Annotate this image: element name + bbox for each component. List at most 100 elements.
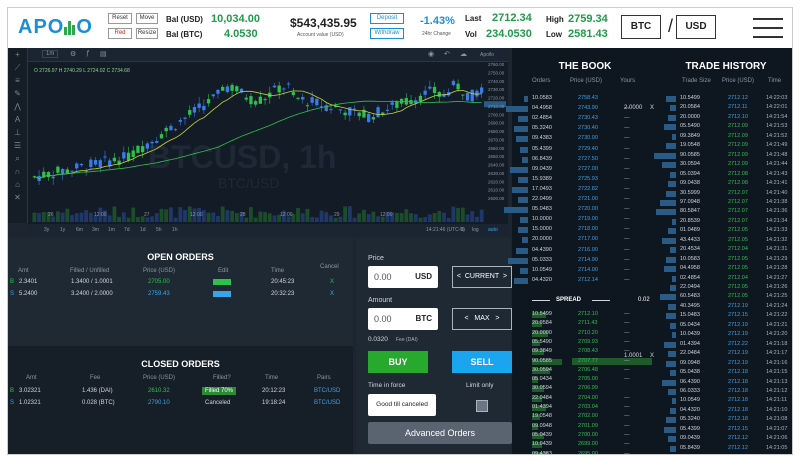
brush-icon[interactable]: ✎: [8, 87, 27, 100]
volume-bar: [423, 216, 428, 222]
y-tick-label: 2640.00: [488, 163, 505, 168]
bid-orders: 30.0594: [532, 366, 552, 373]
change-label: 24hr Change: [422, 31, 451, 37]
order-pair[interactable]: BTC/USD: [314, 400, 340, 406]
volume-bar: [362, 209, 366, 222]
order-filled: 1.3400 / 1.0001: [71, 279, 113, 285]
pattern-icon[interactable]: ⋀: [8, 100, 27, 113]
depth-bar: [518, 176, 528, 183]
candle: [475, 90, 479, 97]
size-bar: [672, 275, 676, 282]
amount-input[interactable]: 0.00 BTC: [368, 308, 438, 330]
range-button[interactable]: 5h: [156, 227, 162, 233]
chart-option[interactable]: auto: [488, 227, 498, 233]
parallel-icon[interactable]: ≡: [8, 74, 27, 87]
cancel-yours-ask-button[interactable]: X: [650, 105, 654, 111]
col-time: Time: [265, 375, 279, 381]
magnet-icon[interactable]: ∩: [8, 165, 27, 178]
max-amount-button[interactable]: < MAX >: [452, 308, 512, 330]
range-button[interactable]: 3m: [92, 227, 99, 233]
chart-option[interactable]: %: [460, 227, 464, 233]
red-button[interactable]: Red: [108, 28, 132, 39]
buy-button[interactable]: BUY: [368, 351, 428, 373]
trade-price: 2712.18: [728, 369, 748, 376]
quote-currency-select[interactable]: USD: [676, 15, 716, 39]
fib-icon[interactable]: ☰: [8, 139, 27, 152]
y-tick-label: 2710.00: [488, 104, 505, 109]
order-pair[interactable]: BTC/USD: [314, 388, 340, 394]
candle: [211, 94, 215, 97]
col-price: Price (USD): [143, 268, 176, 274]
cancel-button[interactable]: X: [330, 279, 334, 285]
move-button[interactable]: Move: [136, 13, 158, 24]
range-button[interactable]: 1y: [60, 227, 65, 233]
size-bar: [666, 190, 676, 197]
trade-time: 14:21:16: [766, 359, 788, 366]
range-button[interactable]: 1m: [108, 227, 115, 233]
text-icon[interactable]: A: [8, 113, 27, 126]
trade-size: 30.5999: [680, 189, 700, 196]
volume-bar: [465, 214, 470, 222]
range-button[interactable]: 1h: [172, 227, 178, 233]
crosshair-icon[interactable]: +: [8, 48, 27, 61]
current-price-button[interactable]: < CURRENT >: [452, 266, 512, 288]
side-indicator: B: [10, 279, 15, 285]
trade-price: 2712.18: [728, 378, 748, 385]
trade-price: 2712.05: [728, 265, 748, 272]
price-chart[interactable]: 1m ⚙ ƒ ▤ ◉ ↶ ☁ Apollo O 2726.97 H 2740.2…: [28, 48, 508, 236]
candle: [131, 150, 135, 157]
trade-size: 09.3849: [680, 132, 700, 139]
sell-button[interactable]: SELL: [452, 351, 512, 373]
amount-label: Amount: [368, 297, 393, 304]
ask-price: 2720.00: [578, 206, 598, 213]
measure-icon[interactable]: ⊥: [8, 126, 27, 139]
bid-orders: 05.5490: [532, 338, 552, 345]
base-currency-select[interactable]: BTC: [621, 15, 661, 39]
range-button[interactable]: 3y: [44, 227, 49, 233]
trade-size: 05.0434: [680, 321, 700, 328]
reset-button[interactable]: Reset: [108, 13, 132, 24]
size-bar: [672, 332, 676, 339]
bid-orders: 09.3849: [532, 348, 552, 355]
order-book: THE BOOK Orders Price (USD) Yours 10.058…: [504, 48, 658, 454]
cancel-button[interactable]: X: [330, 291, 334, 297]
cancel-yours-bid-button[interactable]: X: [650, 353, 654, 359]
deposit-button[interactable]: Deposit: [370, 13, 404, 24]
candle: [385, 109, 390, 111]
depth-bar: [506, 106, 528, 113]
ask-orders: 05.0333: [532, 256, 552, 263]
advanced-orders-button[interactable]: Advanced Orders: [368, 422, 512, 444]
x-tick-label: 12:00: [380, 212, 393, 218]
time-in-force-label: Time in force: [368, 382, 406, 389]
depth-bar: [518, 116, 528, 123]
range-button[interactable]: 1d: [140, 227, 146, 233]
candle: [173, 129, 178, 131]
lock-icon[interactable]: ⌂: [8, 178, 27, 191]
ask-yours: —: [624, 236, 630, 243]
edit-bar[interactable]: [213, 279, 231, 285]
withdraw-button[interactable]: Withdraw: [370, 28, 404, 39]
zoom-icon[interactable]: ⌕: [8, 152, 27, 165]
candle: [89, 159, 93, 168]
size-bar: [666, 256, 676, 263]
bal-btc-label: Bal (BTC): [166, 30, 203, 39]
trade-price: 2712.05: [728, 293, 748, 300]
candle: [263, 99, 267, 101]
chart-option[interactable]: log: [472, 227, 479, 233]
trendline-icon[interactable]: ⟋: [8, 61, 27, 74]
ask-price: 2729.40: [578, 145, 598, 152]
edit-bar[interactable]: [213, 291, 231, 297]
range-button[interactable]: 6m: [76, 227, 83, 233]
price-input[interactable]: 0.00 USD: [368, 266, 438, 288]
trade-price: 2712.08: [728, 180, 748, 187]
range-button[interactable]: 7d: [124, 227, 130, 233]
trash-icon[interactable]: ✕: [8, 191, 27, 204]
limit-only-checkbox[interactable]: [476, 400, 488, 412]
trade-time: 14:21:17: [766, 350, 788, 357]
resize-button[interactable]: Resize: [136, 28, 158, 39]
candle: [155, 140, 159, 143]
trade-time: 14:21:44: [766, 161, 788, 168]
menu-icon[interactable]: [753, 18, 783, 45]
time-in-force-select[interactable]: Good till canceled: [368, 394, 436, 416]
bid-yours: —: [624, 366, 630, 373]
